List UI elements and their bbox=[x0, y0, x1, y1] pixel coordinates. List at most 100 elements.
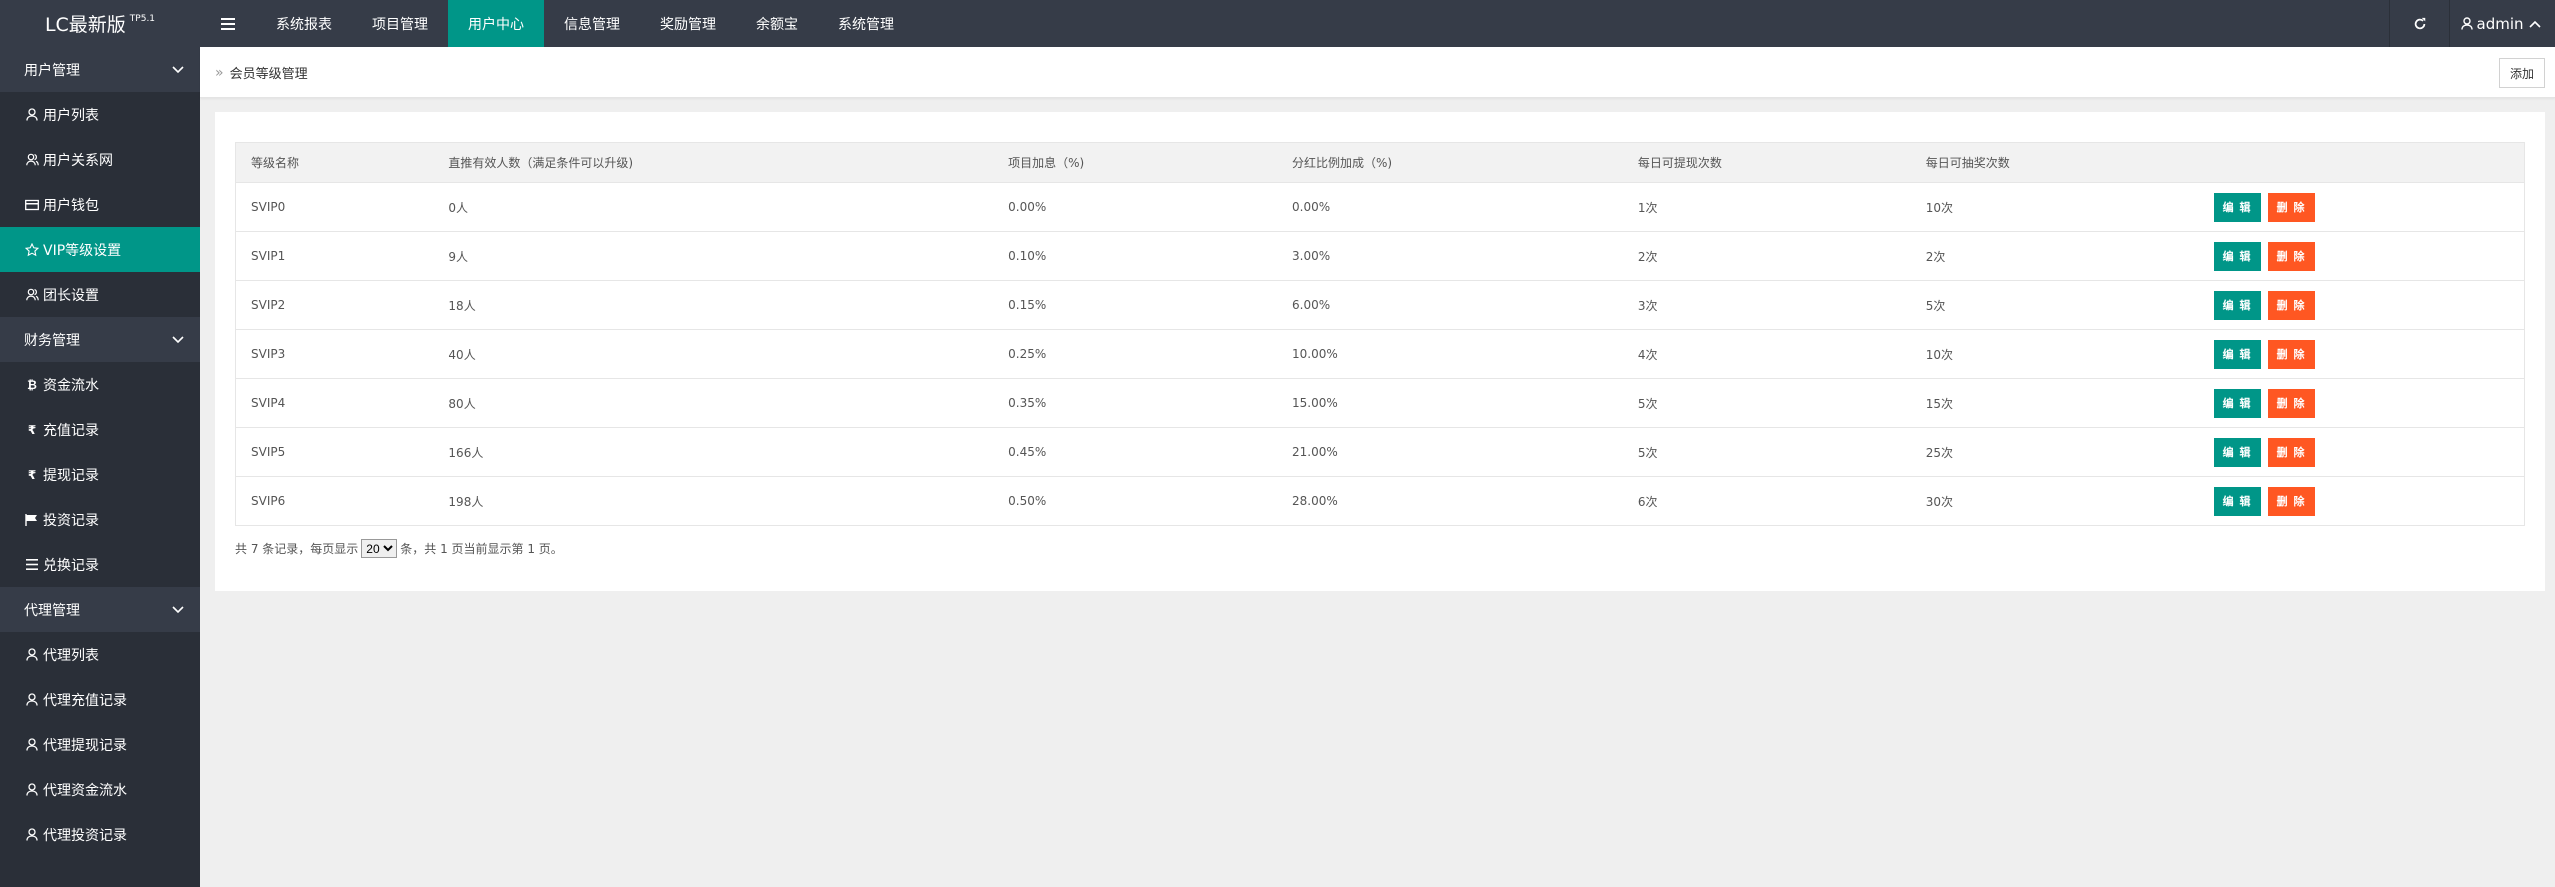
sidebar-group-header[interactable]: 代理管理 bbox=[0, 587, 200, 632]
star-icon bbox=[25, 242, 39, 257]
top-nav: 系统报表 项目管理 用户中心 信息管理 奖励管理 余额宝 系统管理 bbox=[200, 0, 914, 47]
users-icon bbox=[25, 153, 39, 167]
pager-prefix: 共 7 条记录，每页显示 bbox=[235, 542, 359, 556]
table-cell: 0.10% bbox=[993, 231, 1278, 281]
delete-button[interactable]: 删 除 bbox=[2267, 486, 2315, 516]
edit-button[interactable]: 编 辑 bbox=[2213, 486, 2261, 516]
rupee-icon: ₹ bbox=[27, 467, 37, 482]
double-chevron-icon: » bbox=[215, 64, 224, 81]
menu-toggle-icon[interactable] bbox=[200, 0, 256, 47]
table-cell: 80人 bbox=[433, 378, 994, 428]
table-cell: 166人 bbox=[433, 427, 994, 477]
pagination: 共 7 条记录，每页显示 20 条，共 1 页当前显示第 1 页。 bbox=[235, 539, 563, 558]
delete-button[interactable]: 删 除 bbox=[2267, 241, 2315, 271]
page-size-select[interactable]: 20 bbox=[361, 539, 398, 558]
bitcoin-icon: ₿ bbox=[27, 377, 37, 392]
table-row: SVIP2 18人 0.15% 6.00% 3次 5次编 辑删 除 bbox=[235, 280, 2525, 330]
table-cell: 0.15% bbox=[993, 280, 1278, 330]
chevron-down-icon bbox=[172, 65, 184, 74]
delete-button[interactable]: 删 除 bbox=[2267, 339, 2315, 369]
table-row: SVIP6 198人 0.50% 28.00% 6次 30次编 辑删 除 bbox=[235, 476, 2525, 526]
topnav-item[interactable]: 信息管理 bbox=[544, 0, 640, 47]
delete-button[interactable]: 删 除 bbox=[2267, 290, 2315, 320]
delete-button[interactable]: 删 除 bbox=[2267, 388, 2315, 418]
sidebar-group-label: 代理管理 bbox=[24, 602, 80, 619]
delete-button[interactable]: 删 除 bbox=[2267, 192, 2315, 222]
top-bar: LC最新版 TP5.1 系统报表 项目管理 用户中心 信息管理 奖励管理 余额宝 系统管理 … bbox=[0, 0, 2555, 47]
sidebar-item[interactable]: 用户钱包 bbox=[0, 182, 200, 227]
sidebar-item-label: 兑换记录 bbox=[43, 557, 99, 574]
delete-button[interactable]: 删 除 bbox=[2267, 437, 2315, 467]
username: admin bbox=[2476, 14, 2524, 33]
topnav-item[interactable]: 奖励管理 bbox=[640, 0, 736, 47]
column-header: 分红比例加成（%) bbox=[1277, 142, 1623, 183]
actions-cell: 编 辑删 除 bbox=[2198, 280, 2525, 330]
sidebar-item[interactable]: 代理投资记录 bbox=[0, 812, 200, 857]
content-card: 等级名称 直推有效人数（满足条件可以升级) 项目加息（%) 分红比例加成（%) 每日可提… bbox=[215, 112, 2545, 591]
table-cell: 10次 bbox=[1910, 329, 2199, 379]
chevron-up-icon bbox=[2528, 20, 2541, 28]
vip-level-table: 等级名称 直推有效人数（满足条件可以升级) 项目加息（%) 分红比例加成（%) 每日可提… bbox=[235, 142, 2525, 526]
topnav-item[interactable]: 系统报表 bbox=[256, 0, 352, 47]
topnav-item[interactable]: 系统管理 bbox=[818, 0, 914, 47]
table-cell: 3.00% bbox=[1277, 231, 1623, 281]
table-row: SVIP4 80人 0.35% 15.00% 5次 15次编 辑删 除 bbox=[235, 378, 2525, 428]
app-version: TP5.1 bbox=[129, 13, 156, 24]
sidebar-item[interactable]: 用户关系网 bbox=[0, 137, 200, 182]
table-cell: 2次 bbox=[1910, 231, 2199, 281]
actions-cell: 编 辑删 除 bbox=[2198, 378, 2525, 428]
sidebar-item[interactable]: ₹ 充值记录 bbox=[0, 407, 200, 452]
sidebar-group-header[interactable]: 财务管理 bbox=[0, 317, 200, 362]
edit-button[interactable]: 编 辑 bbox=[2213, 192, 2261, 222]
table-cell: SVIP6 bbox=[235, 476, 434, 526]
sidebar-item[interactable]: 投资记录 bbox=[0, 497, 200, 542]
topnav-item[interactable]: 余额宝 bbox=[736, 0, 818, 47]
sidebar-item[interactable]: ₿ 资金流水 bbox=[0, 362, 200, 407]
table-cell: 5次 bbox=[1622, 378, 1911, 428]
page-title: 会员等级管理 bbox=[229, 67, 308, 82]
topnav-item[interactable]: 用户中心 bbox=[448, 0, 544, 47]
table-row: SVIP0 0人 0.00% 0.00% 1次 10次编 辑删 除 bbox=[235, 182, 2525, 232]
sidebar-item-label: VIP等级设置 bbox=[43, 242, 122, 259]
sidebar-group-label: 用户管理 bbox=[24, 62, 80, 79]
sidebar-group-header[interactable]: 用户管理 bbox=[0, 47, 200, 92]
edit-button[interactable]: 编 辑 bbox=[2213, 290, 2261, 320]
sidebar-item-label: 代理充值记录 bbox=[43, 692, 127, 709]
sidebar-item[interactable]: 代理充值记录 bbox=[0, 677, 200, 722]
sidebar-item[interactable]: VIP等级设置 bbox=[0, 227, 200, 272]
sidebar-group-label: 财务管理 bbox=[24, 332, 80, 349]
column-header bbox=[2198, 142, 2525, 183]
column-header: 直推有效人数（满足条件可以升级) bbox=[433, 142, 994, 183]
table-cell: 4次 bbox=[1622, 329, 1911, 379]
user-icon bbox=[25, 828, 39, 842]
refresh-icon[interactable] bbox=[2389, 0, 2449, 47]
add-button[interactable]: 添加 bbox=[2499, 58, 2545, 88]
sidebar-item[interactable]: 兑换记录 bbox=[0, 542, 200, 587]
column-header: 每日可提现次数 bbox=[1622, 142, 1911, 183]
user-icon bbox=[25, 693, 39, 707]
table-row: SVIP5 166人 0.45% 21.00% 5次 25次编 辑删 除 bbox=[235, 427, 2525, 477]
sidebar-item[interactable]: 代理提现记录 bbox=[0, 722, 200, 767]
table-cell: 198人 bbox=[433, 476, 994, 526]
sidebar-item[interactable]: 代理列表 bbox=[0, 632, 200, 677]
breadcrumb-bar: » 会员等级管理 添加 bbox=[200, 47, 2555, 98]
edit-button[interactable]: 编 辑 bbox=[2213, 437, 2261, 467]
sidebar-item[interactable]: 团长设置 bbox=[0, 272, 200, 317]
table-cell: SVIP2 bbox=[235, 280, 434, 330]
user-menu[interactable]: admin bbox=[2449, 0, 2555, 47]
sidebar-item-label: 用户关系网 bbox=[43, 152, 113, 169]
edit-button[interactable]: 编 辑 bbox=[2213, 241, 2261, 271]
sidebar-item[interactable]: 代理资金流水 bbox=[0, 767, 200, 812]
sidebar-item[interactable]: 用户列表 bbox=[0, 92, 200, 137]
sidebar-item[interactable]: ₹ 提现记录 bbox=[0, 452, 200, 497]
edit-button[interactable]: 编 辑 bbox=[2213, 388, 2261, 418]
topnav-item[interactable]: 项目管理 bbox=[352, 0, 448, 47]
column-header: 每日可抽奖次数 bbox=[1910, 142, 2199, 183]
table-cell: 0人 bbox=[433, 182, 994, 232]
table-cell: 6.00% bbox=[1277, 280, 1623, 330]
table-cell: 1次 bbox=[1622, 182, 1911, 232]
table-cell: 30次 bbox=[1910, 476, 2199, 526]
table-cell: 5次 bbox=[1622, 427, 1911, 477]
edit-button[interactable]: 编 辑 bbox=[2213, 339, 2261, 369]
table-cell: 0.35% bbox=[993, 378, 1278, 428]
